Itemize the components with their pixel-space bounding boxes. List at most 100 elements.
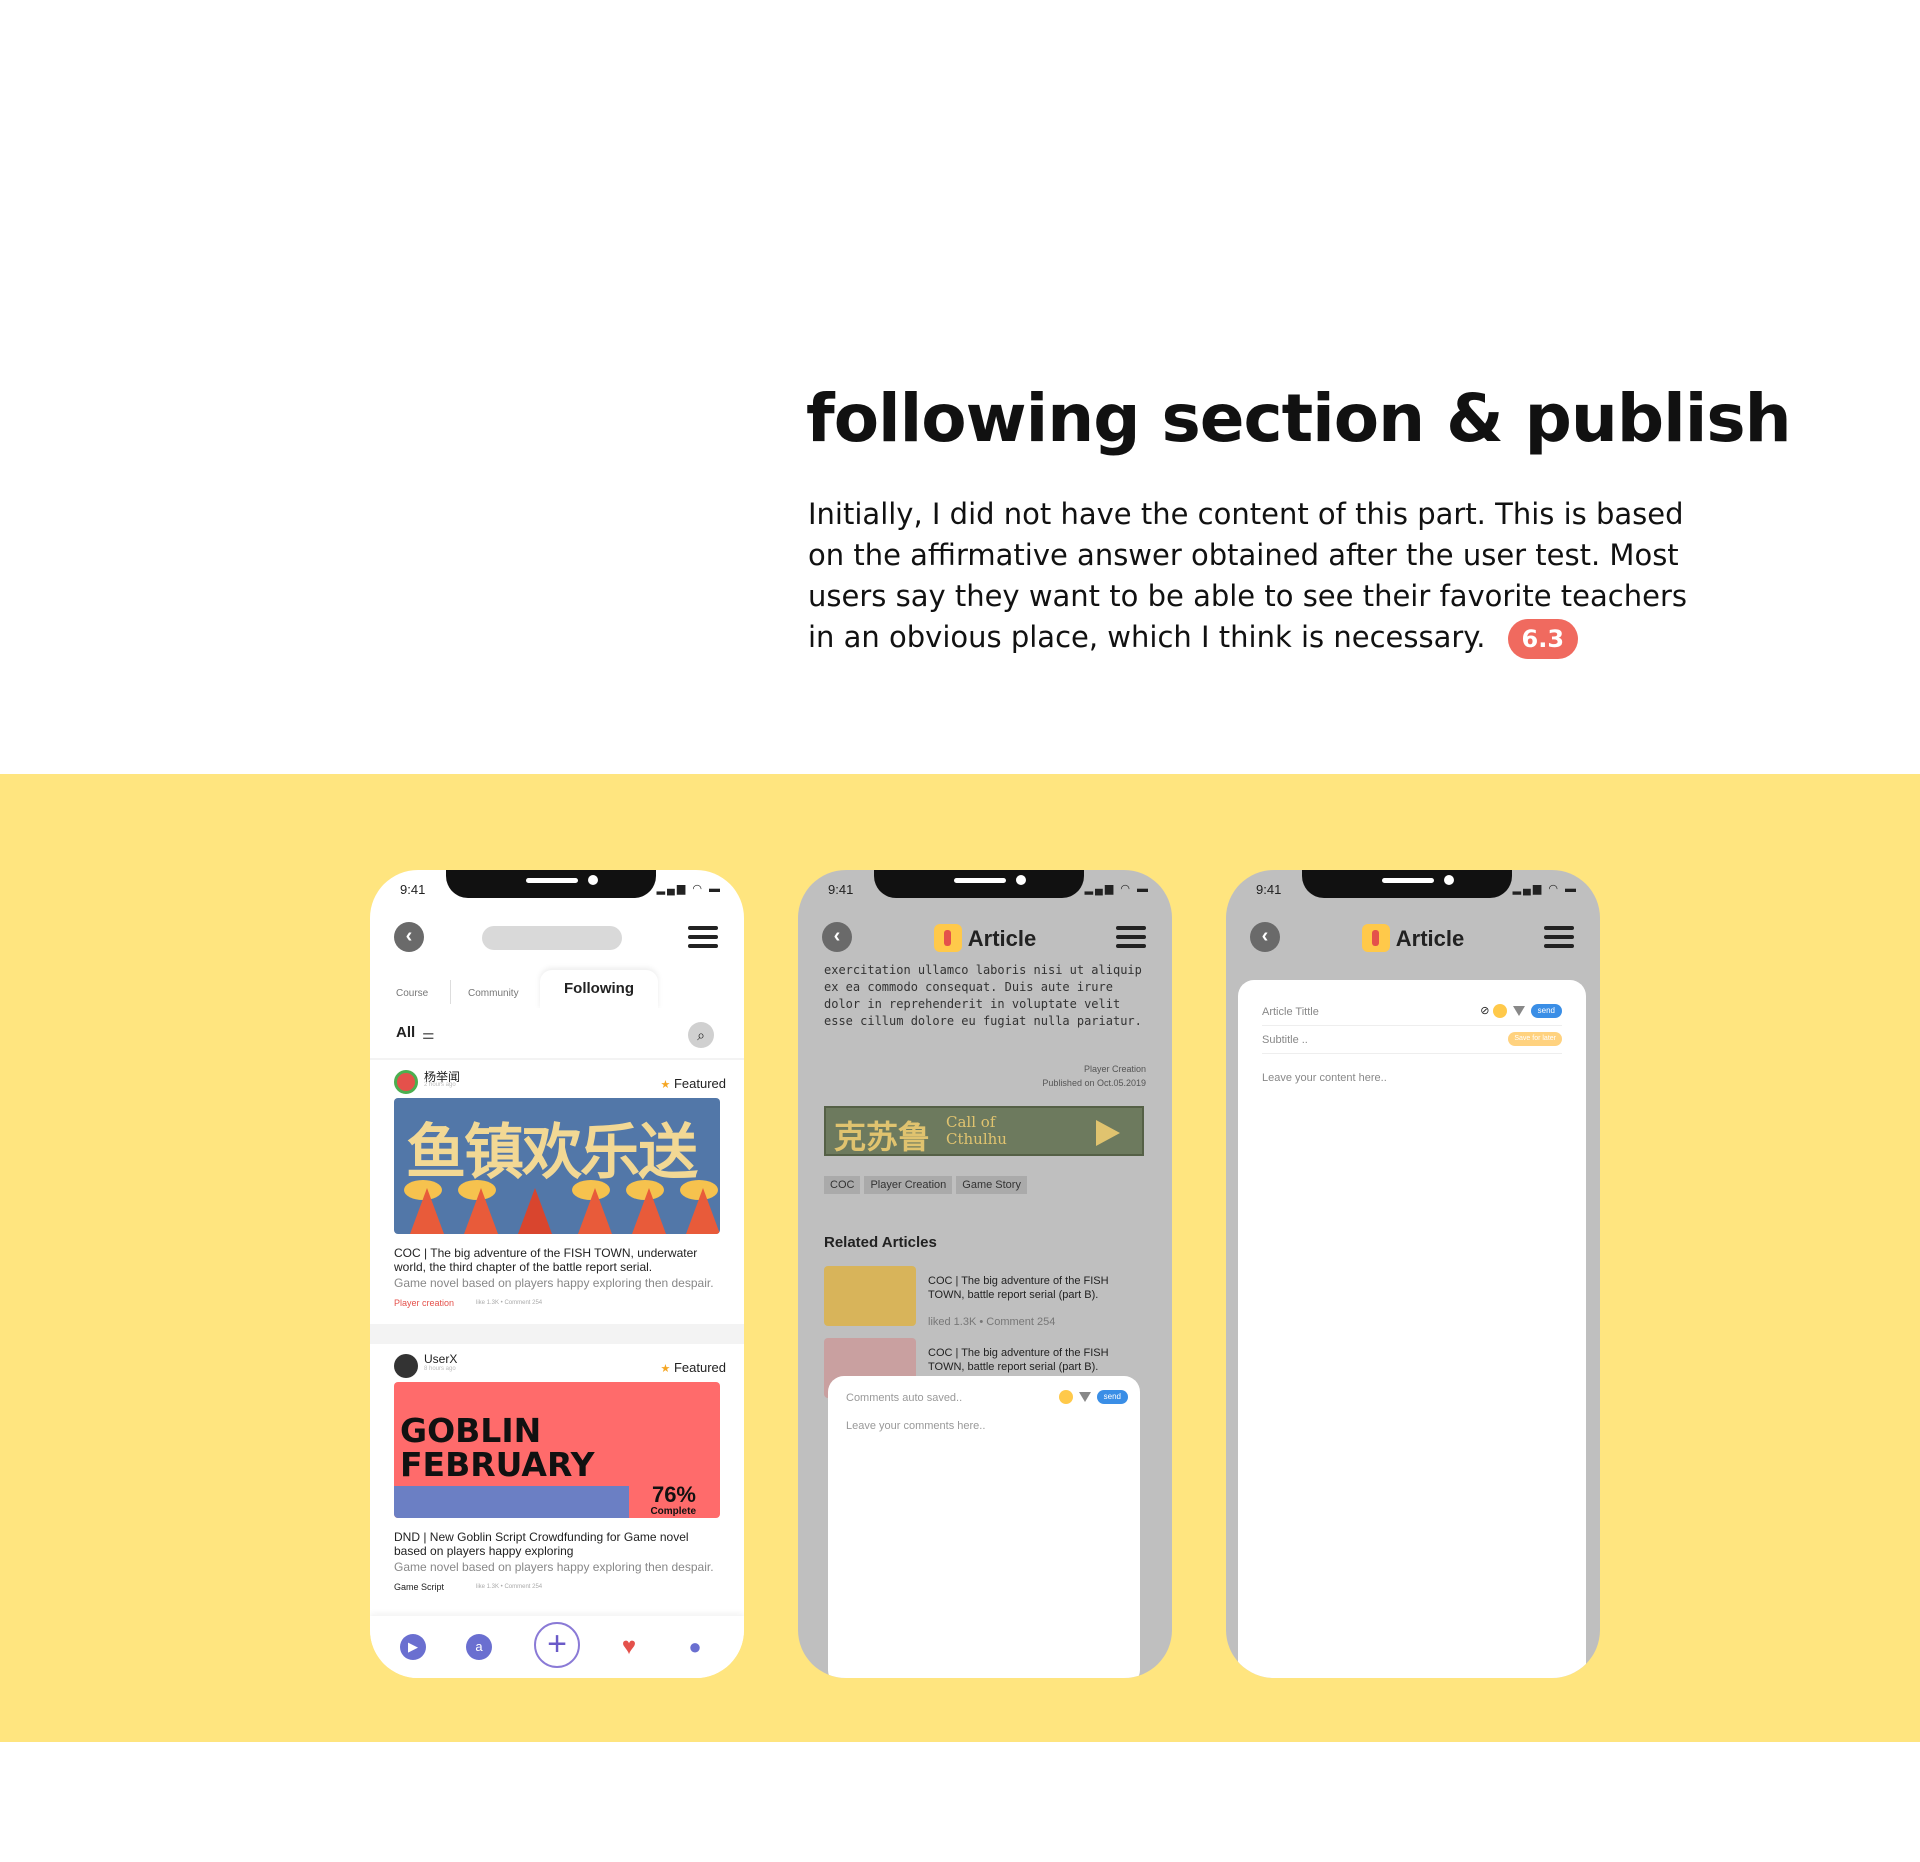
editor-actions: ⊘ send: [1480, 1004, 1562, 1019]
phone-notch: [446, 870, 656, 898]
card-description: Game novel based on players happy explor…: [394, 1276, 714, 1290]
post-time: 8 hours ago: [424, 1366, 456, 1372]
related-heading: Related Articles: [824, 1234, 937, 1251]
related-item[interactable]: COC | The big adventure of the FISH TOWN…: [824, 1266, 1146, 1328]
play-icon[interactable]: [1096, 1120, 1120, 1146]
feed-card[interactable]: UserX 8 hours ago ★ Featured GOBLIN FEBR…: [370, 1344, 744, 1618]
publish-editor: Article Tittle ⊘ send Subtitle .. Save f…: [1238, 980, 1586, 1678]
filter-all[interactable]: All: [396, 1024, 415, 1041]
content-input[interactable]: Leave your content here..: [1262, 1072, 1387, 1084]
search-pill[interactable]: [482, 926, 622, 950]
profile-icon[interactable]: ●: [682, 1634, 708, 1660]
comment-actions: send: [1058, 1390, 1128, 1404]
related-stats: liked 1.3K • Comment 254: [928, 1316, 1056, 1328]
collapse-icon[interactable]: [1078, 1392, 1091, 1402]
tag-chip[interactable]: COC: [824, 1176, 861, 1194]
related-title[interactable]: COC | The big adventure of the FISH TOWN…: [928, 1274, 1146, 1302]
heart-icon[interactable]: ♥: [616, 1634, 642, 1660]
store-icon[interactable]: a: [466, 1634, 492, 1660]
bottom-tabbar: ▶ a + ♥ ●: [370, 1616, 744, 1678]
card-title[interactable]: COC | The big adventure of the FISH TOWN…: [394, 1246, 714, 1274]
collapse-icon[interactable]: [1512, 1006, 1525, 1017]
save-for-later-button[interactable]: Save for later: [1508, 1032, 1562, 1046]
featured-label: ★ Featured: [660, 1076, 726, 1091]
featured-label: ★ Featured: [660, 1360, 726, 1375]
card-title[interactable]: DND | New Goblin Script Crowdfunding for…: [394, 1530, 714, 1558]
phone-article: 9:41 ▂▄▆ ◠ ▬ ‹ Article exercitation ulla…: [798, 870, 1172, 1678]
card-stats: like 1.3K • Comment 254: [476, 1584, 543, 1590]
article-body: exercitation ullamco laboris nisi ut ali…: [824, 963, 1142, 1028]
category-tabs: Course Community Following: [370, 970, 744, 1010]
star-icon: ★: [660, 1079, 671, 1091]
subtitle-input[interactable]: Subtitle ..: [1262, 1034, 1308, 1046]
status-time: 9:41: [828, 882, 854, 897]
send-button[interactable]: send: [1096, 1390, 1128, 1404]
tab-community[interactable]: Community: [468, 988, 519, 999]
filter-row: All ⚌ ⌕: [370, 1008, 744, 1058]
meta-author: Player Creation: [1083, 1064, 1146, 1074]
intro-paragraph: Initially, I did not have the content of…: [808, 494, 1708, 659]
app-logo-icon: [1361, 924, 1390, 952]
menu-icon[interactable]: [1116, 926, 1146, 948]
app-logo-icon: [933, 924, 962, 952]
feed-card[interactable]: 杨举闻 2 hours ago ★ Featured 鱼镇欢乐送 COC | T…: [370, 1060, 744, 1324]
star-icon: ★: [660, 1363, 671, 1375]
section-badge: 6.3: [1507, 619, 1579, 659]
phone-notch: [1302, 870, 1512, 898]
back-button[interactable]: ‹: [394, 922, 424, 952]
post-time: 2 hours ago: [424, 1082, 456, 1088]
progress-complete: Complete: [650, 1506, 696, 1517]
emoji-icon[interactable]: [1492, 1004, 1507, 1019]
card-description: Game novel based on players happy explor…: [394, 1560, 714, 1574]
card-tag[interactable]: Player creation: [394, 1298, 454, 1308]
status-time: 9:41: [1256, 882, 1282, 897]
send-button[interactable]: send: [1530, 1004, 1562, 1019]
tab-course[interactable]: Course: [396, 988, 428, 999]
cover-text: 鱼镇欢乐送: [406, 1118, 698, 1188]
phone-notch: [874, 870, 1084, 898]
status-time: 9:41: [400, 882, 426, 897]
add-icon[interactable]: +: [534, 1622, 580, 1668]
tag-chips: COC Player Creation Game Story: [824, 1175, 1031, 1194]
meta-date: Published on Oct.05.2019: [1042, 1078, 1146, 1088]
related-thumbnail[interactable]: [824, 1266, 916, 1326]
article-meta: Player Creation Published on Oct.05.2019: [1042, 1062, 1146, 1090]
filter-sliders-icon[interactable]: ⚌: [422, 1026, 435, 1043]
play-icon[interactable]: ▶: [400, 1634, 426, 1660]
cover-text: GOBLIN FEBRUARY: [400, 1411, 595, 1484]
status-icons: ▂▄▆ ◠ ▬: [1512, 883, 1578, 895]
page-title: following section & publish: [806, 380, 1792, 457]
following-feed: All ⚌ ⌕ 杨举闻 2 hours ago ★ Featured 鱼镇欢乐送…: [370, 1008, 744, 1618]
progress-percent: 76%: [651, 1482, 696, 1507]
tag-chip[interactable]: Player Creation: [864, 1176, 953, 1194]
title-row: Article Tittle ⊘ send: [1262, 998, 1562, 1026]
card-stats: like 1.3K • Comment 254: [476, 1300, 543, 1306]
goblin-cover[interactable]: GOBLIN FEBRUARY 76% Complete: [394, 1382, 720, 1518]
menu-icon[interactable]: [1544, 926, 1574, 948]
attach-icon[interactable]: ⊘: [1480, 1005, 1489, 1017]
article-title-input[interactable]: Article Tittle: [1262, 1006, 1319, 1018]
avatar[interactable]: [394, 1070, 418, 1094]
comment-input[interactable]: Leave your comments here..: [846, 1420, 985, 1432]
avatar[interactable]: [394, 1354, 418, 1378]
phone-following: 9:41 ▂▄▆ ◠ ▬ ‹ Course Community Followin…: [370, 870, 744, 1678]
subtitle-row: Subtitle .. Save for later: [1262, 1026, 1562, 1054]
tab-following[interactable]: Following: [540, 970, 658, 1010]
card-tag[interactable]: Game Script: [394, 1582, 444, 1592]
emoji-icon[interactable]: [1058, 1390, 1073, 1404]
phone-publish: 9:41 ▂▄▆ ◠ ▬ ‹ Article Article Tittle ⊘ …: [1226, 870, 1600, 1678]
author-name[interactable]: UserX: [424, 1352, 457, 1366]
menu-icon[interactable]: [688, 926, 718, 948]
comment-autosave-status: Comments auto saved..: [846, 1392, 963, 1404]
video-title-en: Call of Cthulhu: [946, 1113, 1007, 1148]
tag-chip[interactable]: Game Story: [956, 1176, 1027, 1194]
fish-town-cover[interactable]: 鱼镇欢乐送: [394, 1098, 720, 1234]
status-icons: ▂▄▆ ◠ ▬: [656, 883, 722, 895]
comment-sheet: Comments auto saved.. send Leave your co…: [828, 1376, 1140, 1678]
crowdfunding-progress: [394, 1486, 630, 1518]
video-banner[interactable]: 克苏鲁 Call of Cthulhu: [824, 1106, 1144, 1156]
status-icons: ▂▄▆ ◠ ▬: [1084, 883, 1150, 895]
search-icon[interactable]: ⌕: [688, 1022, 714, 1048]
related-title[interactable]: COC | The big adventure of the FISH TOWN…: [928, 1346, 1146, 1374]
tab-divider: [450, 980, 451, 1004]
